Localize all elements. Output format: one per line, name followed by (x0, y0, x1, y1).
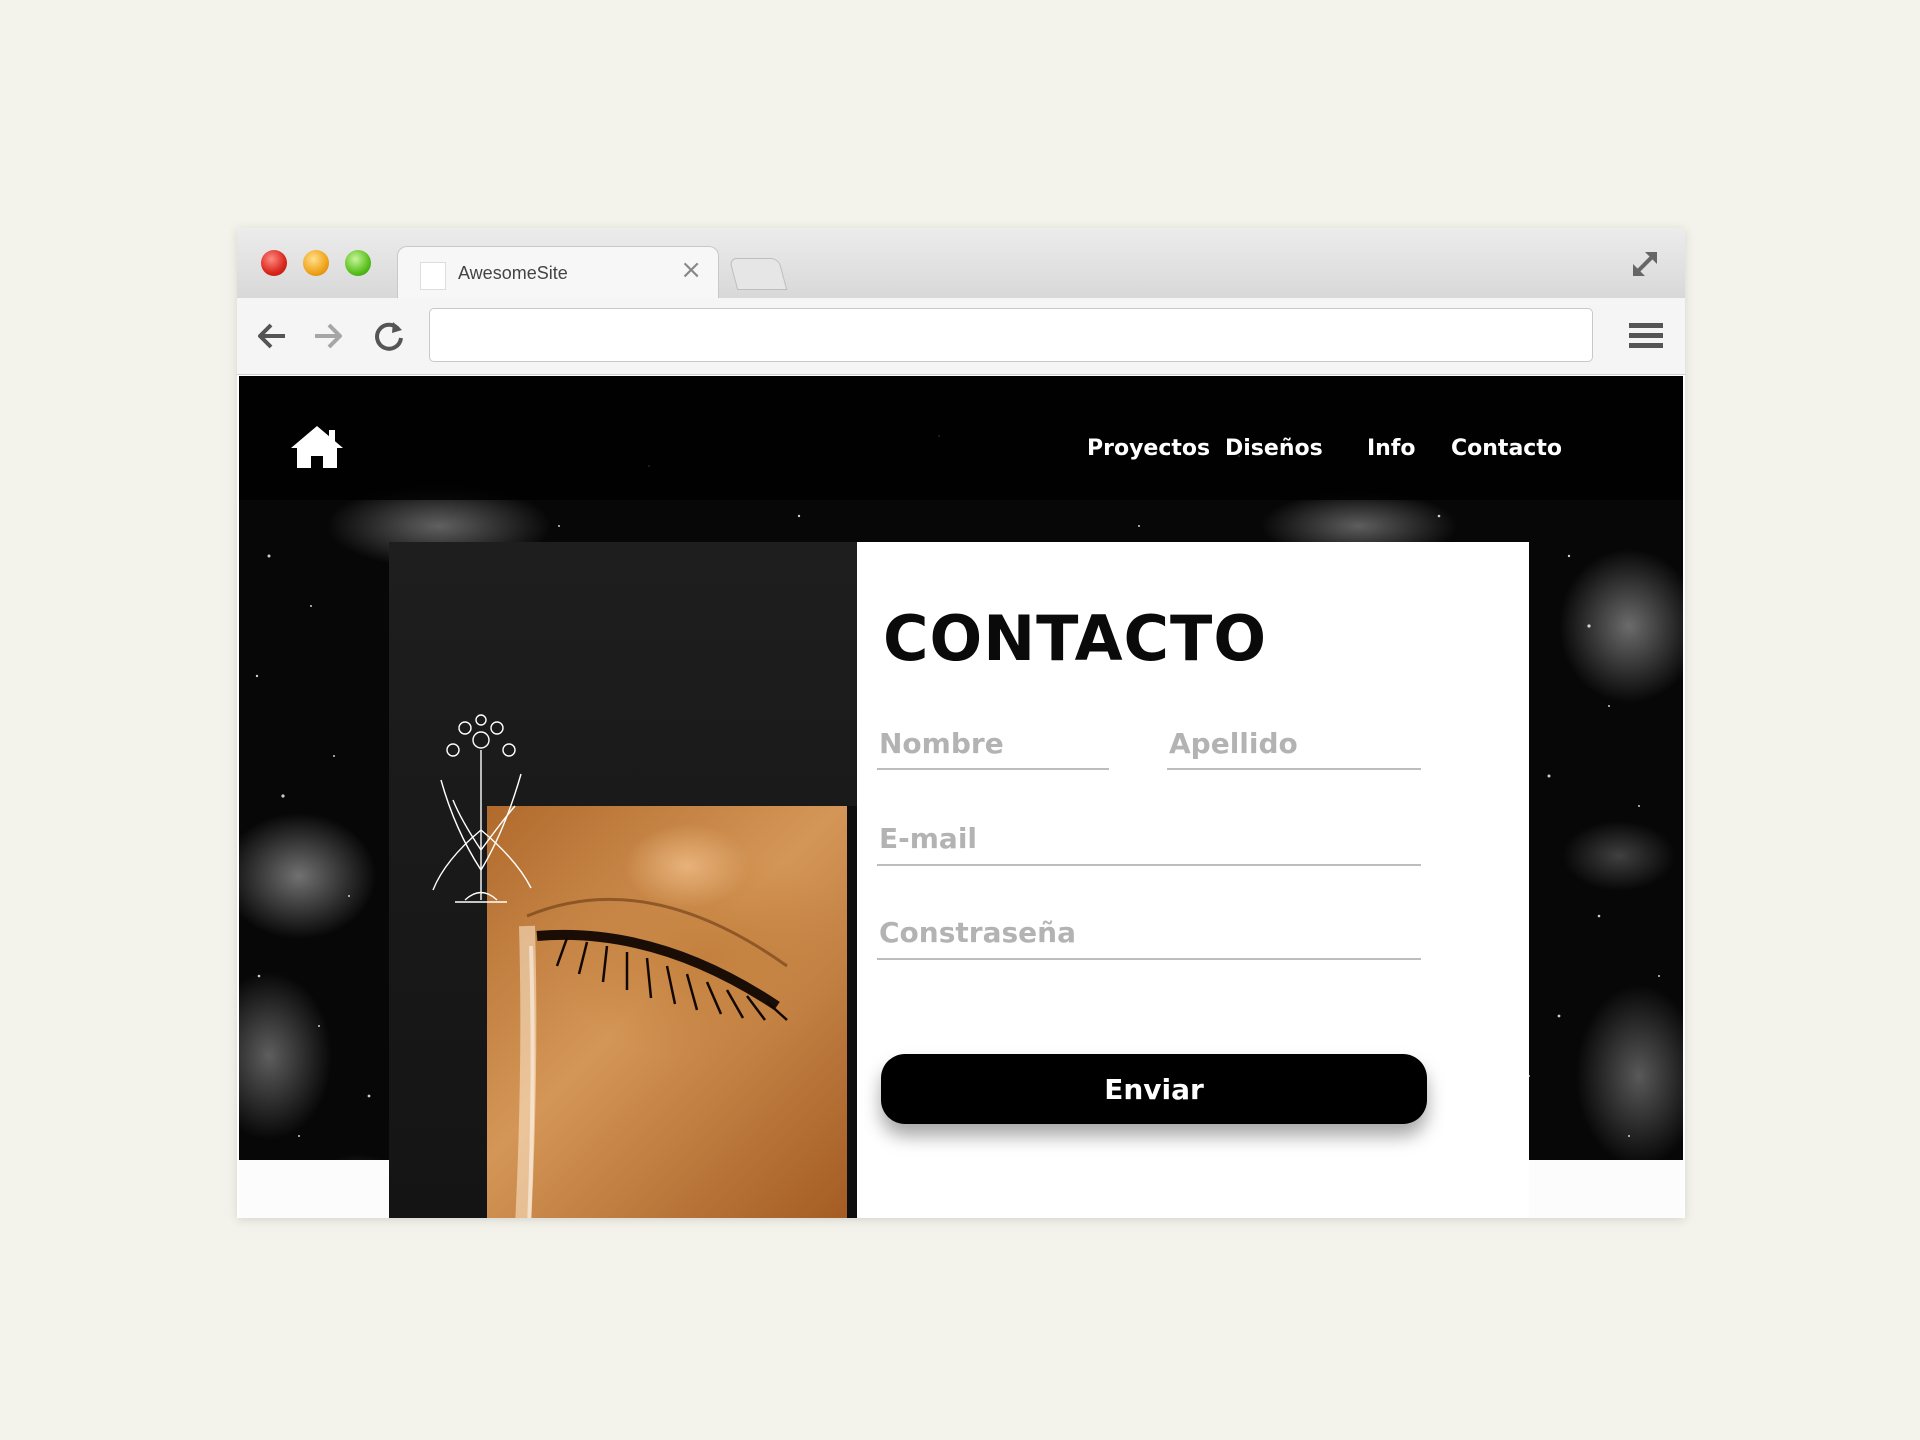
browser-toolbar (237, 298, 1685, 375)
contact-form-card: CONTACTO Enviar (857, 542, 1529, 1218)
tab-close-icon[interactable]: × (680, 257, 702, 283)
nav-link-contacto[interactable]: Contacto (1451, 436, 1562, 461)
browser-tab[interactable]: AwesomeSite × (397, 246, 719, 299)
expand-icon[interactable] (1627, 246, 1663, 282)
botanical-sketch-icon (432, 714, 532, 903)
photo-divider (847, 806, 857, 1218)
first-name-input[interactable] (877, 724, 1109, 770)
image-panel (389, 542, 857, 1218)
page-viewport: Proyectos Diseños Info Contacto CONTACTO… (239, 376, 1683, 1218)
site-navbar: Proyectos Diseños Info Contacto (239, 376, 1683, 500)
tab-title: AwesomeSite (458, 263, 568, 283)
form-title: CONTACTO (883, 602, 1268, 675)
browser-window: AwesomeSite × Proyectos Diseños Info Con… (237, 228, 1685, 1218)
email-input[interactable] (877, 818, 1421, 866)
nav-link-info[interactable]: Info (1367, 436, 1416, 461)
address-bar[interactable] (429, 308, 1593, 362)
closed-eye-photo (487, 806, 849, 1218)
eye-illustration (515, 897, 788, 1218)
nav-link-disenos[interactable]: Diseños (1225, 436, 1323, 461)
browser-titlebar: AwesomeSite × (237, 228, 1685, 299)
reload-icon[interactable] (371, 318, 407, 354)
favicon-icon (420, 262, 446, 290)
new-tab-button[interactable] (728, 258, 788, 290)
last-name-input[interactable] (1167, 724, 1421, 770)
minimize-window-button[interactable] (303, 250, 329, 276)
nav-link-proyectos[interactable]: Proyectos (1087, 436, 1210, 461)
hamburger-menu-icon[interactable] (1629, 320, 1663, 352)
password-input[interactable] (877, 912, 1421, 960)
arrow-right-icon[interactable] (311, 318, 347, 354)
close-window-button[interactable] (261, 250, 287, 276)
maximize-window-button[interactable] (345, 250, 371, 276)
submit-button[interactable]: Enviar (881, 1054, 1427, 1124)
home-icon[interactable] (289, 424, 345, 470)
arrow-left-icon[interactable] (253, 318, 289, 354)
